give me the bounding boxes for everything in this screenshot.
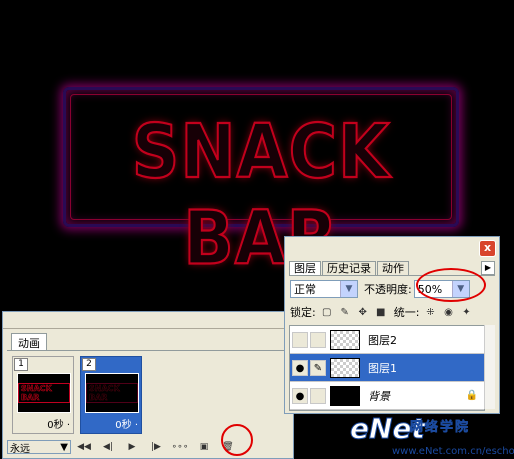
chevron-down-icon: ▼ <box>60 441 68 453</box>
layer-thumbnail <box>330 357 360 378</box>
frame-thumbnail: SNACK BAR <box>85 373 139 413</box>
frame-delay[interactable]: 0秒 · <box>115 416 138 431</box>
unify-position-icon[interactable]: ⁜ <box>423 306 437 319</box>
frame-thumb-text: SNACK BAR <box>86 383 138 403</box>
unify-style-icon[interactable]: ✦ <box>459 306 473 319</box>
loop-value: 永远 <box>10 443 30 455</box>
frame-delay[interactable]: 0秒 · <box>47 416 70 431</box>
frame-thumb-text: SNACK BAR <box>18 383 70 403</box>
lock-image-icon[interactable]: ✎ <box>338 306 352 319</box>
brush-icon[interactable]: ✎ <box>310 359 326 376</box>
tab-animation[interactable]: 动画 <box>11 333 47 350</box>
opacity-label: 不透明度: <box>364 283 412 296</box>
lock-all-icon[interactable]: ■ <box>374 306 388 319</box>
layer-name: 图层1 <box>368 361 397 375</box>
panel-menu-icon[interactable]: ▶ <box>481 261 495 275</box>
watermark-cn: 网络学院 <box>410 420 471 436</box>
layers-panel-titlebar[interactable]: x <box>285 237 499 259</box>
frame-delay-value: 0秒 <box>47 420 64 431</box>
blend-mode-select[interactable]: 正常 ▼ <box>290 280 358 298</box>
layer-row-background[interactable]: ● 背景 🔒 <box>290 382 484 410</box>
new-frame-icon[interactable]: ▣ <box>193 440 215 454</box>
watermark: eNet 网络学院 www.eNet.com.cn/eschool <box>350 412 514 459</box>
eye-icon[interactable]: ● <box>292 387 308 404</box>
animation-frames-area: 1 SNACK BAR 0秒 · 2 SNACK BAR 0秒 · <box>7 350 289 439</box>
lock-icon: 🔒 <box>465 390 478 401</box>
animation-frame-1[interactable]: 1 SNACK BAR 0秒 · <box>12 356 74 434</box>
play-icon[interactable]: ▶ <box>121 440 143 454</box>
tab-actions[interactable]: 动作 <box>377 261 409 275</box>
layer-thumbnail <box>330 385 360 406</box>
next-frame-icon[interactable]: |▶ <box>145 440 167 454</box>
layer-row-layer1[interactable]: ● ✎ 图层1 <box>290 354 484 382</box>
eye-icon[interactable]: ● <box>292 359 308 376</box>
highlight-circle-new-frame <box>221 424 253 456</box>
visibility-toggle[interactable] <box>292 331 308 348</box>
first-frame-icon[interactable]: ◀◀ <box>73 440 95 454</box>
tween-icon[interactable]: ∘∘∘ <box>169 440 191 454</box>
unify-visibility-icon[interactable]: ◉ <box>441 306 455 319</box>
lock-position-icon[interactable]: ✥ <box>356 306 370 319</box>
tab-layers[interactable]: 图层 <box>289 261 321 275</box>
blend-mode-value: 正常 <box>294 283 316 296</box>
loop-select[interactable]: 永远 ▼ <box>7 440 71 455</box>
layer-name: 背景 <box>368 389 390 403</box>
lock-label: 锁定: <box>290 306 316 319</box>
layer-list: 图层2 ● ✎ 图层1 ● 背景 🔒 <box>289 325 485 411</box>
frame-number: 1 <box>14 358 28 371</box>
highlight-circle-opacity <box>416 268 486 302</box>
layers-panel: x 图层 历史记录 动作 ▶ 正常 ▼ 不透明度: 50% ▼ 锁定: ▢ ✎ ✥ … <box>284 236 500 414</box>
unify-label: 统一: <box>393 306 420 319</box>
link-toggle[interactable] <box>310 387 326 404</box>
animation-frame-2[interactable]: 2 SNACK BAR 0秒 · <box>80 356 142 434</box>
layer-name: 图层2 <box>368 333 397 347</box>
chevron-down-icon: ▼ <box>340 281 357 297</box>
layer-thumbnail <box>330 329 360 350</box>
link-toggle[interactable] <box>310 331 326 348</box>
chevron-down-icon: · <box>66 420 70 431</box>
frame-delay-value: 0秒 <box>115 420 132 431</box>
prev-frame-icon[interactable]: ◀| <box>97 440 119 454</box>
animation-panel-titlebar[interactable] <box>3 312 293 329</box>
frame-thumbnail: SNACK BAR <box>17 373 71 413</box>
lock-row: 锁定: ▢ ✎ ✥ ■ 统一: ⁜ ◉ ✦ <box>290 304 494 320</box>
neon-sign-frame: SNACK BAR <box>63 87 459 282</box>
chevron-down-icon: · <box>134 420 138 431</box>
frame-number: 2 <box>82 358 96 371</box>
layer-list-scrollbar[interactable] <box>484 325 495 409</box>
watermark-url: www.eNet.com.cn/eschool <box>392 446 514 457</box>
close-button[interactable]: x <box>479 240 496 257</box>
lock-transparent-icon[interactable]: ▢ <box>320 306 334 319</box>
layer-row-layer2[interactable]: 图层2 <box>290 326 484 354</box>
tab-history[interactable]: 历史记录 <box>322 261 376 275</box>
